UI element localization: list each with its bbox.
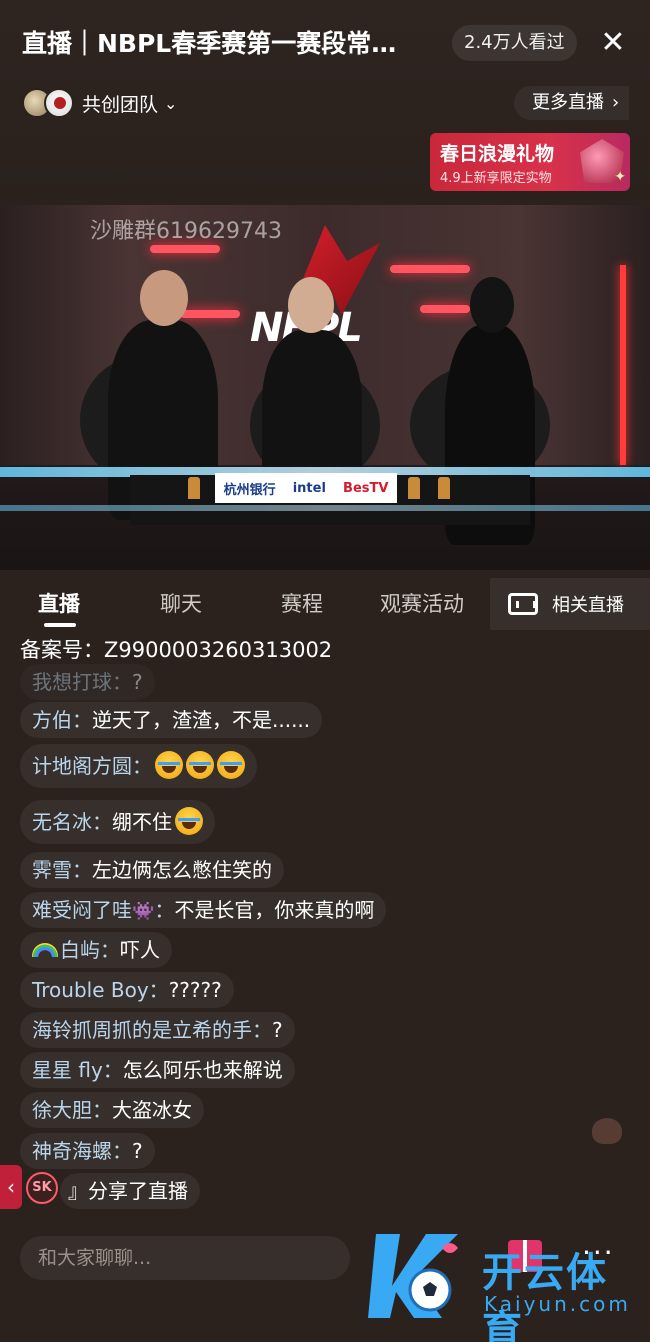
more-live-label: 更多直播 (532, 92, 604, 113)
gift-promo-banner[interactable]: 春日浪漫礼物 4.9上新享限定实物 ✦ (430, 133, 630, 191)
brand-name-en: Kaiyun.com (484, 1292, 631, 1316)
sponsor-bestv: BesTV (343, 480, 389, 496)
chat-message: 星星 fly：怎么阿乐也来解说 (20, 1052, 295, 1088)
left-drawer-toggle[interactable]: ‹ (0, 1165, 22, 1209)
tab-bar: 直播 聊天 赛程 观赛活动 相关直播 (0, 578, 650, 630)
neon-light (150, 245, 220, 253)
trophy-icon (188, 477, 200, 499)
sponsor-board: 杭州银行 intel BesTV (215, 473, 397, 503)
chat-text: 逆天了，渣渣，不是...... (92, 708, 311, 732)
wall-light (620, 265, 626, 465)
team-selector[interactable]: 共创团队 ⌄ (22, 86, 177, 120)
tab-active-indicator (44, 623, 76, 627)
sharer-avatar[interactable]: SK (26, 1172, 58, 1204)
related-live-button[interactable]: 相关直播 (490, 578, 650, 630)
chat-message: 霁雪：左边俩怎么憋住笑的 (20, 852, 284, 888)
chevron-down-icon: ⌄ (164, 93, 178, 113)
tab-schedule[interactable]: 赛程 (281, 588, 323, 618)
related-live-label: 相关直播 (552, 595, 624, 616)
chat-text: 怎么阿乐也来解说 (122, 1058, 283, 1082)
sparkle-icon: ✦ (614, 169, 626, 185)
chat-username[interactable]: 霁雪： (32, 858, 92, 882)
filing-number: 备案号：Z9900003260313002 (20, 638, 333, 662)
chat-username[interactable]: 我想打球： (32, 670, 132, 694)
page-title[interactable]: 直播｜NBPL春季赛第一赛段常… (22, 24, 442, 60)
chat-username[interactable]: 方伯： (32, 708, 92, 732)
gift-banner-title: 春日浪漫礼物 (440, 143, 555, 165)
chat-message: 白屿：吓人 (20, 932, 172, 968)
chat-text: ? (132, 670, 143, 694)
led-strip (0, 505, 650, 511)
live-video-player[interactable]: NBPL 沙雕群619629743 杭州银行 intel BesTV (0, 205, 650, 570)
caster-right-head (470, 277, 514, 333)
crying-laugh-emoji-icon (217, 751, 245, 779)
more-live-button[interactable]: 更多直播 › (514, 86, 630, 120)
chat-username[interactable]: 计地阁方圆： (32, 754, 152, 778)
chat-message: 徐大胆：大盗冰女 (20, 1092, 204, 1128)
close-button[interactable]: ✕ (596, 26, 630, 60)
tab-viewing-events[interactable]: 观赛活动 (380, 588, 464, 618)
caster-left-head (140, 270, 188, 326)
tab-chat[interactable]: 聊天 (160, 588, 202, 618)
share-text: 』分享了直播 (68, 1179, 188, 1203)
chat-username[interactable]: 星星 fly： (32, 1058, 123, 1082)
like-heart-icon (592, 1118, 622, 1144)
chat-text: ????? (168, 978, 222, 1002)
chat-message: Trouble Boy：????? (20, 972, 234, 1008)
chat-username[interactable]: Trouble Boy： (32, 978, 169, 1002)
chat-text: ? (272, 1018, 283, 1042)
chat-message: 无名冰：绷不住 (20, 800, 215, 844)
chat-message: 我想打球：? (20, 664, 155, 700)
chat-message: 难受闷了哇👾：不是长官，你来真的啊 (20, 892, 387, 928)
space-invader-icon: 👾 (132, 901, 155, 922)
viewer-count-badge: 2.4万人看过 (452, 25, 577, 61)
chat-message: 神奇海螺：? (20, 1133, 155, 1169)
chat-text: 左边俩怎么憋住笑的 (92, 858, 272, 882)
trophy-icon (408, 477, 420, 499)
crying-laugh-emoji-icon (175, 807, 203, 835)
chat-username[interactable]: 白屿： (60, 938, 120, 962)
header: 直播｜NBPL春季赛第一赛段常… 2.4万人看过 ✕ 共创团队 ⌄ 更多直播 › … (0, 0, 650, 200)
neon-light (390, 265, 470, 273)
chat-name-suffix: ： (154, 898, 175, 922)
chat-username[interactable]: 海铃抓周抓的是立希的手： (32, 1018, 272, 1042)
chat-username[interactable]: 无名冰： (32, 810, 112, 834)
sponsor-bank: 杭州银行 (223, 482, 276, 498)
live-screen-icon (508, 593, 538, 615)
trophy-icon (438, 477, 450, 499)
brand-name-cn: 开云体育 (482, 1250, 608, 1342)
chat-message: 方伯：逆天了，渣渣，不是...... (20, 702, 323, 738)
chat-text: 不是长官，你来真的啊 (174, 898, 375, 922)
chat-text: ? (132, 1139, 143, 1163)
gift-banner-subtitle: 4.9上新享限定实物 (440, 171, 552, 186)
chat-message: 海铃抓周抓的是立希的手：? (20, 1012, 295, 1048)
tab-live[interactable]: 直播 (38, 588, 80, 618)
chat-text: 绷不住 (112, 810, 172, 834)
watermark-text: 沙雕群619629743 (90, 219, 282, 244)
brand-watermark: 开云体育 Kaiyun.com (366, 1226, 640, 1342)
chat-text: 吓人 (120, 938, 160, 962)
caster-center-head (288, 277, 334, 333)
crying-laugh-emoji-icon (155, 751, 183, 779)
team-name: 共创团队 (82, 93, 159, 116)
chat-username[interactable]: 徐大胆： (32, 1098, 112, 1122)
chat-input[interactable]: 和大家聊聊... (20, 1236, 350, 1280)
chat-username[interactable]: 神奇海螺： (32, 1139, 132, 1163)
chat-username[interactable]: 难受闷了哇 (32, 898, 132, 922)
rainbow-icon (32, 943, 58, 957)
sponsor-intel: intel (292, 480, 326, 496)
crying-laugh-emoji-icon (186, 751, 214, 779)
chat-message: 计地阁方圆： (20, 744, 257, 788)
chevron-right-icon: › (612, 92, 620, 113)
team-avatar-2 (44, 88, 74, 118)
chat-text: 大盗冰女 (112, 1098, 192, 1122)
neon-light (420, 305, 470, 313)
kaiyun-logo-icon (368, 1234, 458, 1318)
neon-light (180, 310, 240, 318)
share-message: 』分享了直播 (60, 1173, 200, 1209)
